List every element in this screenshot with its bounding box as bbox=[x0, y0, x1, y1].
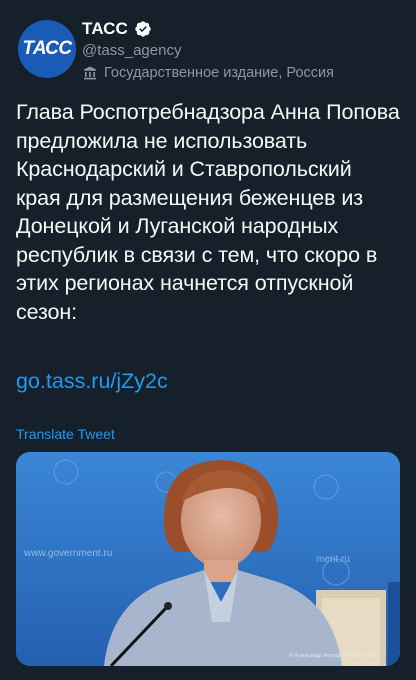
avatar[interactable]: ТАСС bbox=[18, 20, 76, 78]
tweet-header: ТАСС ТАСС @tass_agency Государственное и… bbox=[16, 18, 400, 81]
backdrop-text: www.government.ru bbox=[23, 548, 112, 559]
translate-tweet-button[interactable]: Translate Tweet bbox=[16, 426, 115, 442]
state-media-label[interactable]: Государственное издание, Россия bbox=[82, 65, 400, 81]
verified-badge-icon bbox=[135, 21, 151, 37]
tweet-photo[interactable]: www.government.ru ment.ru © Александр Ас… bbox=[16, 452, 400, 666]
tweet-link[interactable]: go.tass.ru/jZy2c bbox=[16, 369, 168, 394]
photo-illustration: www.government.ru ment.ru bbox=[16, 452, 400, 666]
account-handle[interactable]: @tass_agency bbox=[82, 42, 400, 59]
state-media-label-text: Государственное издание, Россия bbox=[104, 65, 334, 81]
account-identity: ТАСС @tass_agency Государственное издани… bbox=[82, 18, 400, 81]
name-row: ТАСС bbox=[82, 18, 400, 40]
account-name[interactable]: ТАСС bbox=[82, 19, 128, 39]
government-label-icon bbox=[84, 66, 96, 80]
tweet-text: Глава Роспотребнадзора Анна Попова предл… bbox=[16, 100, 400, 324]
photo-credit: © Александр Астафьев/POOL/ТАСС bbox=[289, 653, 382, 659]
svg-text:ment.ru: ment.ru bbox=[316, 554, 350, 565]
avatar-logo-text: ТАСС bbox=[22, 38, 72, 59]
